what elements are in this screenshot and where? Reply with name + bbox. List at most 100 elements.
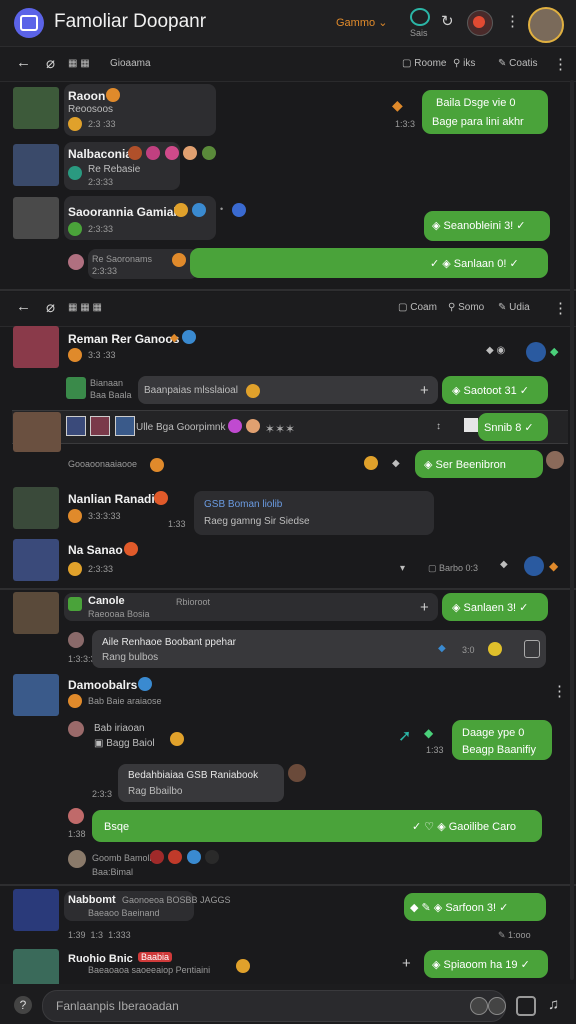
reaction-icon[interactable]: ◆ (438, 643, 446, 654)
attach-icon[interactable]: ⌀ (46, 298, 55, 316)
emoji-picker-icon[interactable] (470, 997, 488, 1015)
emoji-icon (192, 203, 206, 217)
sender-name: Saoorannia Gamiak (68, 205, 181, 219)
avatar[interactable] (13, 889, 59, 931)
emoji-icon (68, 562, 82, 576)
edit-button[interactable]: ✎ Udia (498, 302, 530, 313)
reaction-emojis[interactable] (150, 850, 220, 869)
avatar[interactable] (68, 850, 86, 868)
message-bubble (194, 491, 434, 535)
emoji-icon (68, 222, 82, 236)
plus-box-icon[interactable] (464, 418, 478, 432)
more-vertical-icon[interactable]: ⋮ (553, 299, 568, 317)
message-text: Bsqe (104, 821, 130, 833)
timestamp: 2:3:3 (92, 789, 113, 799)
back-arrow-icon[interactable]: ← (16, 298, 31, 315)
more-vertical-icon[interactable]: ⋮ (553, 55, 568, 73)
gif-icon[interactable] (488, 997, 506, 1015)
reaction-icon[interactable]: ◆ (500, 559, 508, 570)
emoji-icon (170, 732, 184, 746)
add-icon[interactable]: + (402, 955, 411, 972)
sync-icon[interactable] (410, 8, 430, 26)
message-text: Bab iriaoan (94, 723, 145, 734)
refresh-icon[interactable]: ↻ (441, 12, 454, 30)
emoji-icon (124, 542, 138, 556)
message-text: ✓ ◈ Sanlaan 0! ✓ (430, 258, 519, 270)
status-icon: ◆ (550, 346, 559, 358)
message-text: Baila Dsge vie 0 (436, 97, 516, 109)
emoji-icon (68, 348, 82, 362)
message-text: Raeooaa Bosia (88, 609, 150, 619)
chevron-down-icon: ⌄ (378, 17, 388, 29)
avatar[interactable] (68, 254, 84, 270)
flame-icon: ◆ (170, 332, 179, 344)
reaction-emojis[interactable] (128, 146, 216, 165)
rooms-button[interactable]: ▢ Coam (398, 302, 437, 313)
avatar[interactable] (526, 342, 546, 362)
message-text: ✓ ♡ ◈ Gaoilibe Caro (412, 821, 516, 833)
status-label: ▢ Barbo 0:3 (428, 563, 479, 573)
more-vertical-icon[interactable]: ⋮ (552, 682, 567, 700)
scrollbar[interactable] (570, 80, 574, 980)
message-text: Re Rebasie (88, 164, 141, 175)
sticker-icon[interactable] (516, 996, 536, 1016)
avatar[interactable] (68, 721, 84, 737)
links-button[interactable]: ⚲ iks (453, 58, 475, 69)
divider (0, 588, 576, 590)
message-text: Beagp Baanifiy (462, 744, 536, 756)
avatar[interactable] (13, 87, 59, 129)
copy-icon[interactable] (524, 640, 540, 658)
avatar[interactable] (13, 144, 59, 186)
avatar[interactable] (546, 451, 564, 469)
avatar[interactable] (288, 764, 306, 782)
message-text: ◈ Seanobleini 3! ✓ (432, 220, 526, 232)
avatar[interactable] (13, 539, 59, 581)
leaf-icon: ◆ (392, 458, 400, 469)
add-icon[interactable]: + (420, 599, 429, 616)
rooms-button[interactable]: ▢ Roome (402, 58, 446, 69)
pin-icon[interactable]: ↕ (436, 421, 441, 432)
avatar[interactable] (13, 326, 59, 368)
status-badge: Baabia (138, 952, 173, 962)
message-text: Rag Bbailbo (128, 786, 183, 797)
avatar[interactable] (13, 592, 59, 634)
avatar[interactable] (524, 556, 544, 576)
record-icon (473, 16, 485, 28)
grid-icon[interactable]: ▦ ▦ (68, 58, 90, 69)
account-switcher[interactable]: Gammo ⌄ (336, 16, 387, 29)
app-logo[interactable] (14, 8, 44, 38)
emoji-icon (106, 88, 120, 102)
sender-name: Na Sanao (68, 543, 123, 557)
divider (0, 884, 576, 886)
emoji-icon (68, 694, 82, 708)
attach-icon[interactable]: ⌀ (46, 54, 55, 72)
message-input[interactable]: Fanlaanpis Iberaoadan (56, 999, 179, 1013)
thumbnail-row[interactable] (66, 416, 135, 441)
avatar[interactable] (13, 412, 61, 452)
avatar[interactable] (13, 197, 59, 239)
reaction-emojis[interactable]: ✶✶✶ (228, 419, 295, 438)
avatar[interactable] (13, 487, 59, 529)
caret-down-icon[interactable]: ▾ (400, 563, 405, 574)
links-button[interactable]: ⚲ Somo (448, 302, 484, 313)
avatar[interactable] (68, 632, 84, 648)
sender-name: Nabbomt (68, 894, 116, 906)
channel-label[interactable]: Gioaama (110, 58, 151, 69)
emoji-icon (232, 203, 246, 217)
emoji-icon (150, 458, 164, 472)
emoji-icon (364, 456, 378, 470)
more-vertical-icon[interactable]: ⋮ (505, 12, 520, 30)
grid-icon[interactable]: ▦ ▦ ▦ (68, 302, 102, 313)
back-arrow-icon[interactable]: ← (16, 54, 31, 71)
emoji-icon (246, 384, 260, 398)
reaction-emojis[interactable]: ◆ ◉ (486, 345, 505, 356)
edit-button[interactable]: ✎ Coatis (498, 58, 538, 69)
microphone-icon[interactable]: ♫ (548, 996, 559, 1013)
message-text: Reoosoos (68, 104, 114, 115)
avatar[interactable] (13, 674, 59, 716)
verified-icon (182, 330, 196, 344)
add-icon[interactable]: + (420, 382, 429, 399)
profile-avatar[interactable] (528, 7, 564, 43)
help-icon[interactable]: ? (14, 996, 32, 1014)
avatar[interactable] (68, 808, 84, 824)
